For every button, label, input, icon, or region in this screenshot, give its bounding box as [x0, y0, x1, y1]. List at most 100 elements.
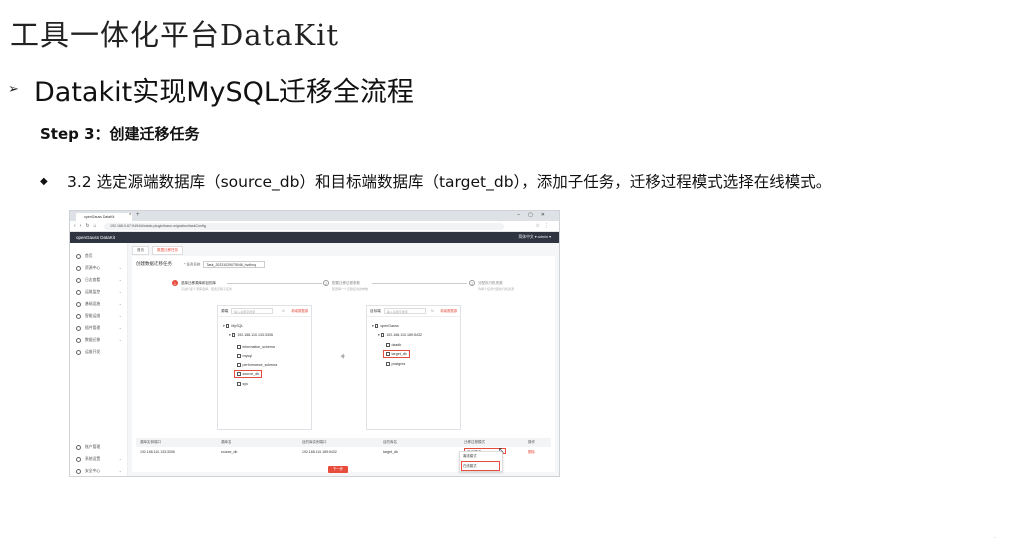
tree-node-db[interactable]: dsadb [386, 342, 401, 348]
add-target-link[interactable]: 新增数据源 [441, 306, 457, 317]
transfer-arrow-icon: ➧ [339, 351, 347, 361]
tree-node-mysql[interactable]: ▾ MySQL [223, 323, 243, 329]
sidebar-item-monitor[interactable]: 运维监控 ⌄ [76, 287, 128, 297]
aiops-icon [76, 313, 81, 319]
sidebar-item-label: 日志查看 [85, 278, 101, 282]
tree-node-db[interactable]: postgres [386, 361, 405, 367]
resource-icon [76, 265, 81, 271]
sidebar-item-label: 系统设置 [85, 457, 101, 461]
table-cell: 192.168.110.189:5432 [302, 450, 337, 454]
database-icon [374, 324, 379, 328]
step-title: 选择迁移源库和目的库 [181, 280, 216, 285]
breadcrumb-current[interactable]: 数据迁移任务 [152, 246, 183, 255]
chevron-down-icon: ⌄ [118, 456, 122, 461]
sidebar-item-home[interactable]: 首页 [76, 251, 128, 261]
sidebar-item-label: 资源中心 [85, 266, 101, 270]
arrow-bullet-icon: ➢ [8, 82, 19, 97]
database-icon [225, 324, 230, 328]
tree-node-source-db[interactable]: source_db [233, 370, 263, 378]
sidebar-item-plugins[interactable]: 插件管理 ⌄ [76, 323, 128, 333]
refresh-icon[interactable]: ↻ [431, 306, 434, 317]
sidebar-item-aiops[interactable]: 智能运维 ⌄ [76, 311, 128, 321]
refresh-icon[interactable]: ↻ [282, 306, 285, 317]
chevron-down-icon: ⌄ [118, 313, 122, 318]
window-controls[interactable]: –▢✕ [517, 212, 553, 218]
tree-node-db[interactable]: performance_schema [237, 362, 277, 368]
add-source-link[interactable]: 新增数据源 [292, 306, 308, 317]
chevron-down-icon: ⌄ [118, 337, 122, 342]
step-connector [227, 283, 322, 284]
step-desc: 配置每一个迁移任务的参数 [332, 287, 369, 291]
sidebar-item-logs[interactable]: 日志查看 ⌄ [76, 275, 128, 285]
delete-link[interactable]: 删除 [528, 448, 535, 457]
breadcrumb-home[interactable]: 首页 [132, 246, 149, 255]
tree-node-instance[interactable]: ▾ 192.168.110.133:3306 [229, 332, 273, 338]
source-search-input[interactable]: 输入关键字搜索 [231, 308, 274, 315]
database-icon [237, 363, 241, 367]
mouse-cursor-icon: ↖ [498, 446, 505, 455]
sidebar-item-infra[interactable]: 基础设施 ⌄ [76, 299, 128, 309]
security-icon [76, 468, 81, 474]
step-title: 分配执行机资源 [478, 280, 503, 285]
dropdown-option-online[interactable]: 在线模式 [461, 461, 500, 471]
slide-title: 工具一体化平台DataKit [10, 18, 340, 52]
tree-node-opengauss[interactable]: ▾ openGauss [372, 323, 399, 329]
step-number: 3 [469, 280, 475, 286]
source-db-tree: 源端 输入关键字搜索 ↻ 新增数据源 ▾ MySQL ▾ 192.168.110.… [217, 305, 312, 430]
step-title: 配置迁移过程参数 [332, 280, 360, 285]
infra-icon [76, 301, 81, 307]
sidebar-item-migration[interactable]: 数据迁移 ⌄ [76, 335, 128, 345]
sidebar-item-account[interactable]: 账户管理 [76, 442, 128, 452]
sidebar-item-devops[interactable]: 运维开发 [76, 347, 128, 357]
task-name-row: * 任务名称 Task_20231029075046_hvdhcq [184, 261, 266, 268]
browser-menu-icon[interactable]: ☆⋮ [536, 223, 553, 229]
chevron-down-icon: ⌄ [118, 325, 122, 330]
step-number: 1 [172, 280, 178, 286]
target-tree-header: 目标端 输入关键字搜索 ↻ 新增数据源 [367, 306, 460, 317]
tree-node-target-db[interactable]: target_db [383, 350, 410, 358]
sidebar-item-label: 智能运维 [85, 314, 101, 318]
sidebar-item-label: 运维开发 [85, 350, 101, 354]
column-header: 源库名 [221, 440, 232, 444]
next-button[interactable]: 下一步 [328, 466, 348, 473]
node-label: source_db [242, 372, 260, 376]
dropdown-option-offline[interactable]: 离线模式 [460, 452, 502, 460]
main-content: 首页 数据迁移任务 创建数据迁移任务 * 任务名称 Task_20231029075… [128, 243, 559, 476]
sidebar-item-security[interactable]: 安全中心 ⌄ [76, 466, 128, 476]
browser-tab[interactable]: openGauss DataKit [76, 213, 132, 221]
home-icon [76, 253, 81, 259]
node-label: openGauss [380, 324, 399, 328]
app-body: 首页 资源中心 ⌄ 日志查看 ⌄ 运维监控 ⌄ 基础设施 ⌄ 智能运维 ⌄ 插件管理 ⌄ 数… [70, 243, 559, 476]
database-icon [237, 345, 241, 349]
nav-buttons-icon[interactable]: ‹›↻⌂ [74, 223, 101, 229]
task-name-label: * 任务名称 [184, 262, 201, 267]
tree-node-db[interactable]: information_schema [237, 344, 275, 350]
node-label: mysql [242, 354, 252, 358]
sidebar-item-label: 插件管理 [85, 326, 101, 330]
task-name-input[interactable]: Task_20231029075046_hvdhcq [203, 261, 266, 268]
database-icon [386, 343, 390, 347]
new-tab-icon[interactable]: + [136, 212, 140, 218]
close-tab-icon[interactable]: × [129, 211, 131, 216]
node-label: MySQL [231, 324, 244, 328]
target-search-input[interactable]: 输入关键字搜索 [383, 308, 426, 315]
tree-node-db[interactable]: mysql [237, 353, 252, 359]
database-icon [386, 362, 390, 366]
header-user-menu[interactable]: 简体中文 ▾ admin ▾ [518, 233, 551, 242]
sidebar: 首页 资源中心 ⌄ 日志查看 ⌄ 运维监控 ⌄ 基础设施 ⌄ 智能运维 ⌄ 插件管理 ⌄ 数… [70, 243, 128, 476]
node-label: dsadb [391, 343, 402, 347]
url-field[interactable]: 192.168.0.67:9494/#/static-plugin/base-m… [104, 223, 504, 230]
sidebar-item-resources[interactable]: 资源中心 ⌄ [76, 263, 128, 273]
address-bar: ‹›↻⌂ 192.168.0.67:9494/#/static-plugin/b… [70, 221, 559, 232]
database-icon [386, 352, 390, 356]
step-desc: 可进行多个源库选择，配置迁移子任务 [181, 287, 233, 291]
sidebar-item-label: 首页 [85, 254, 93, 258]
tree-node-instance[interactable]: ▾ 192.168.110.189:5432 [378, 332, 422, 338]
table-cell: target_db [383, 450, 398, 454]
table-header-row: 源库实例端口 源库名 目的库实例端口 目的库名 迁移过程模式 操作 [136, 438, 551, 447]
step-1: 1 选择迁移源库和目的库 可进行多个源库选择，配置迁移子任务 [172, 280, 232, 291]
chevron-down-icon: ⌄ [118, 301, 122, 306]
bullet-item: ◆ 3.2 选定源端数据库（source_db）和目标端数据库（target_d… [40, 170, 831, 192]
sidebar-item-settings[interactable]: 系统设置 ⌄ [76, 454, 128, 464]
tree-node-db[interactable]: sys [237, 381, 248, 387]
